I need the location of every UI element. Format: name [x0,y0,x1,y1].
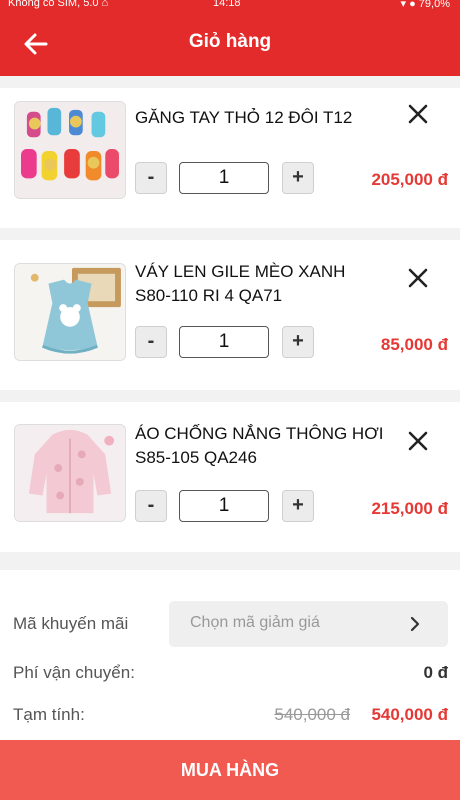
quantity-increase-button[interactable]: + [282,490,314,522]
page-title: Giỏ hàng [188,31,272,52]
close-icon [408,104,428,124]
shipping-label: Phí vận chuyển: [13,663,135,682]
quantity-increase-button[interactable]: + [282,326,314,358]
product-image[interactable] [14,263,126,361]
quantity-increase-button[interactable]: + [282,162,314,194]
subtotal-final-price: 540,000 đ [371,705,448,724]
quantity-decrease-button[interactable]: - [135,162,167,194]
quantity-input[interactable]: 1 [179,490,269,522]
app-bar: Giỏ hàng [0,14,460,76]
status-bar: Không có SIM, 5.0 ⌂ 14:18 ▾ ● 79,0% [0,0,460,14]
quantity-decrease-button[interactable]: - [135,326,167,358]
cart-item: GĂNG TAY THỎ 12 ĐÔI T12 - 1 + 205,000 đ [0,88,460,228]
cart-item: VÁY LEN GILE MÈO XANH S80-110 RI 4 QA71 … [0,240,460,390]
product-name: ÁO CHỐNG NẮNG THÔNG HƠI S85-105 QA246 [135,424,384,467]
status-time: 14:18 [213,0,241,9]
item-price: 215,000 đ [371,499,448,518]
item-price: 205,000 đ [371,170,448,189]
shipping-value: 0 đ [423,663,448,682]
close-icon [408,268,428,288]
product-image[interactable] [14,101,126,199]
quantity-input[interactable]: 1 [179,326,269,358]
quantity-decrease-button[interactable]: - [135,490,167,522]
subtotal-label: Tạm tính: [13,705,85,724]
quantity-input[interactable]: 1 [179,162,269,194]
subtotal-original-price: 540,000 đ [274,705,350,724]
promo-code-select[interactable]: Chọn mã giảm giá [169,601,448,647]
promo-label: Mã khuyến mãi [13,614,129,633]
jacket-image-icon [15,425,125,521]
remove-item-button[interactable] [402,425,434,457]
status-carrier: Không có SIM, 5.0 ⌂ [8,0,109,9]
promo-placeholder: Chọn mã giảm giá [190,614,320,631]
remove-item-button[interactable] [402,98,434,130]
dress-image-icon [15,264,125,360]
item-price: 85,000 đ [380,335,448,354]
close-icon [408,431,428,451]
gloves-image-icon [15,102,125,198]
remove-item-button[interactable] [402,262,434,294]
status-battery: ▾ ● 79,0% [400,0,450,10]
product-name: VÁY LEN GILE MÈO XANH S80-110 RI 4 QA71 [135,262,346,305]
chevron-right-icon [410,616,420,632]
cart-item: ÁO CHỐNG NẮNG THÔNG HƠI S85-105 QA246 - … [0,402,460,552]
product-image[interactable] [14,424,126,522]
checkout-button[interactable]: MUA HÀNG [0,740,460,800]
product-name: GĂNG TAY THỎ 12 ĐÔI T12 [135,108,353,127]
order-summary: Mã khuyến mãi Chọn mã giảm giá Phí vận c… [0,570,460,740]
